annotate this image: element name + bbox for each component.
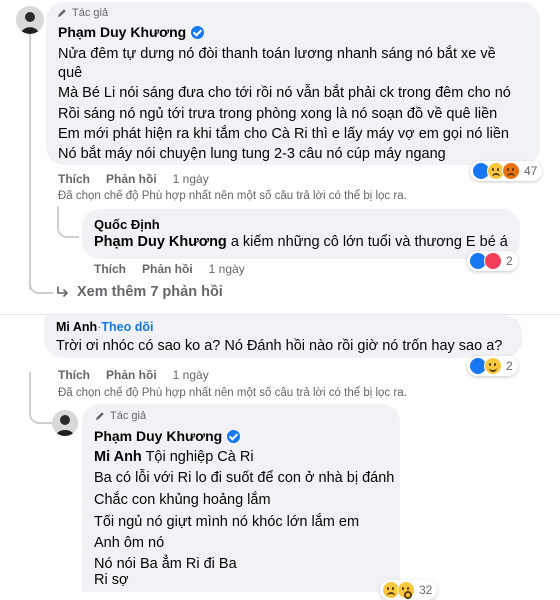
- reply-line: Ba có lỗi với Ri lo đi suốt để con ở nhà…: [94, 470, 395, 486]
- reaction-summary[interactable]: 47: [470, 161, 543, 181]
- reaction-summary[interactable]: 2: [467, 251, 518, 271]
- love-icon: [484, 252, 502, 270]
- comment-line: Em mới phát hiện ra khi tắm cho Cà Ri th…: [58, 126, 509, 142]
- pencil-icon: [58, 9, 66, 17]
- verified-badge-icon: [227, 429, 241, 443]
- comment-line: Nửa đêm tự dưng nó đòi thanh toán lương …: [58, 46, 496, 62]
- reply-time[interactable]: 1 ngày: [209, 262, 245, 276]
- thread-line: [29, 34, 31, 290]
- view-more-label[interactable]: Xem thêm 7 phản hồi: [77, 284, 223, 300]
- mention-link[interactable]: Phạm Duy Khương: [94, 234, 227, 250]
- replier-name[interactable]: Phạm Duy Khương: [94, 428, 241, 444]
- reply-line: Tối ngủ nó giựt mình nó khóc lớn lắm em: [94, 514, 360, 530]
- reaction-count: 47: [524, 164, 538, 178]
- thread-line: [29, 372, 31, 402]
- follow-link[interactable]: Theo dõi: [101, 320, 153, 334]
- commenter-name[interactable]: Phạm Duy Khương: [58, 24, 205, 40]
- reply-line-text: Tội nghiệp Cà Ri: [141, 449, 254, 465]
- comment-line: quê: [58, 65, 83, 81]
- comment-text: Trời ơi nhóc có sao ko a? Nó Đánh hồi nà…: [56, 338, 503, 354]
- comment-time[interactable]: 1 ngày: [173, 172, 209, 186]
- reaction-count: 2: [506, 359, 513, 373]
- reply-actions: Thích Phản hồi 1 ngày: [94, 262, 245, 276]
- thread-branch: [29, 400, 53, 424]
- like-button[interactable]: Thích: [58, 172, 90, 186]
- comment-line: Nó bắt máy nói chuyện lung tung 2-3 câu …: [58, 146, 446, 162]
- reply-line: Ri sợ: [94, 572, 129, 588]
- author-badge: Tác giả: [56, 7, 108, 19]
- reply-arrow-icon: [57, 286, 68, 297]
- avatar-image: [52, 410, 78, 436]
- avatar[interactable]: [16, 6, 44, 34]
- commenter-name-text[interactable]: Mi Anh: [56, 320, 97, 334]
- author-badge: Tác giả: [94, 410, 146, 422]
- reaction-summary[interactable]: 32: [380, 580, 438, 600]
- comment-line: Rồi sáng nó ngủ tới trưa trong phòng xon…: [58, 106, 498, 122]
- reaction-count: 32: [419, 583, 433, 597]
- reply-text: Phạm Duy Khương a kiếm những cô lớn tuổi…: [94, 232, 508, 252]
- replier-name[interactable]: Quốc Định: [94, 217, 160, 232]
- comment-time[interactable]: 1 ngày: [173, 368, 209, 382]
- reply-button[interactable]: Phản hồi: [106, 172, 157, 186]
- comment-actions: Thích Phản hồi 1 ngày: [58, 172, 209, 186]
- reaction-count: 2: [506, 254, 513, 268]
- thread-branch: [29, 280, 53, 294]
- comment-actions: Thích Phản hồi 1 ngày: [58, 368, 209, 382]
- author-badge-label: Tác giả: [110, 410, 147, 422]
- reply-button[interactable]: Phản hồi: [106, 368, 157, 382]
- comment-line: Mà Bé Li nói sáng đưa cho tới rồi nó vẫn…: [58, 85, 511, 101]
- replier-name-text[interactable]: Phạm Duy Khương: [94, 428, 222, 444]
- like-button[interactable]: Thích: [94, 262, 126, 276]
- reply-line: Chắc con khủng hoảng lắm: [94, 492, 271, 508]
- commenter-name-row: Mi Anh · Theo dõi: [56, 320, 153, 334]
- author-badge-label: Tác giả: [72, 7, 109, 19]
- reply-line: Mi Anh Tội nghiệp Cà Ri: [94, 447, 254, 467]
- angry-icon: [502, 162, 520, 180]
- view-more-replies-link[interactable]: Xem thêm 7 phản hồi: [55, 284, 223, 300]
- filter-note: Đã chọn chế độ Phù hợp nhất nên một số c…: [58, 190, 407, 202]
- reply-line: Anh ôm nó: [94, 535, 165, 551]
- verified-badge-icon: [191, 25, 205, 39]
- like-button[interactable]: Thích: [58, 368, 90, 382]
- avatar[interactable]: [52, 410, 78, 436]
- care-icon: [484, 357, 502, 375]
- reply-button[interactable]: Phản hồi: [142, 262, 193, 276]
- thread-branch: [57, 206, 79, 238]
- commenter-name-text[interactable]: Phạm Duy Khương: [58, 24, 186, 40]
- reply-text-body: a kiếm những cô lớn tuổi và thương E bé …: [226, 234, 508, 250]
- filter-note: Đã chọn chế độ Phù hợp nhất nên một số c…: [58, 387, 407, 399]
- mention-link[interactable]: Mi Anh: [94, 449, 142, 465]
- reaction-summary[interactable]: 2: [467, 356, 518, 376]
- avatar-image: [16, 6, 44, 34]
- wow-icon: [397, 581, 415, 599]
- pencil-icon: [96, 412, 104, 420]
